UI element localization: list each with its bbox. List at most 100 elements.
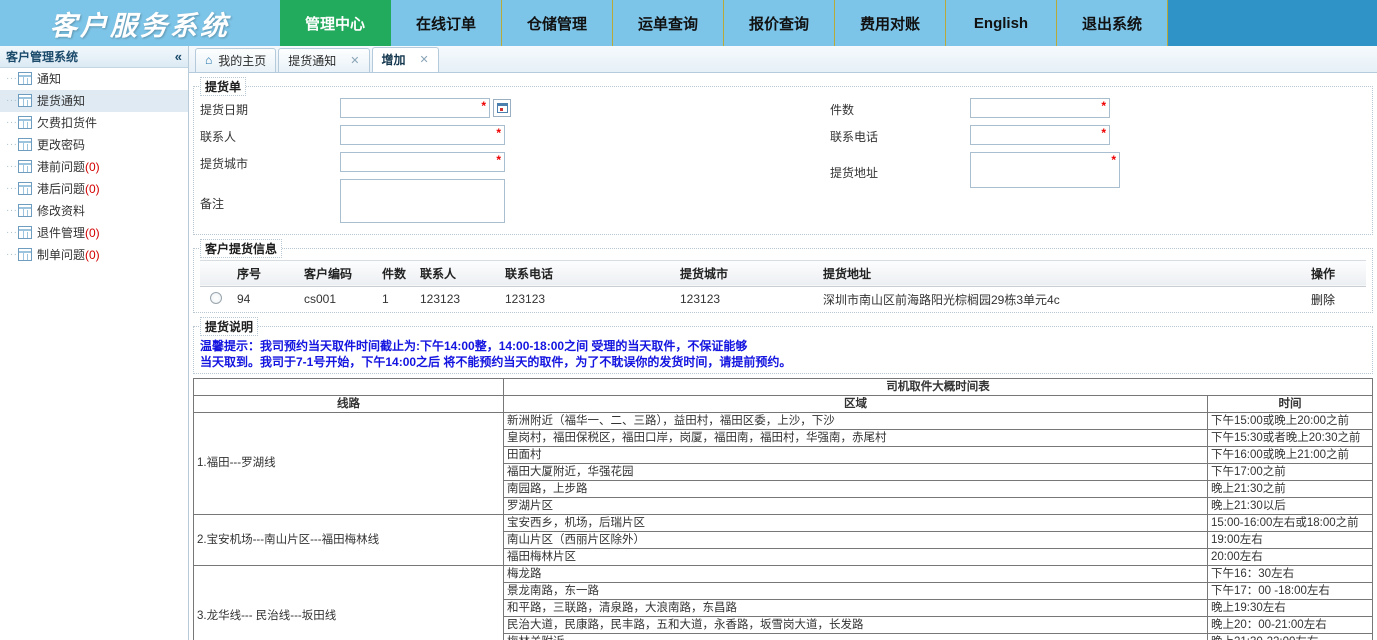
customer-table-scroll-area[interactable]: 序号 客户编码 件数 联系人 联系电话 提货城市 提货地址 操作 <box>200 260 1366 312</box>
schedule-route-name: 1.福田---罗湖线 <box>194 412 504 514</box>
schedule-row: 2.宝安机场---南山片区---福田梅林线 宝安西乡，机场，后瑞片区 15:00… <box>194 514 1373 531</box>
pickup-address-label: 提货地址 <box>830 161 970 181</box>
sidebar-item-label: 港后问题 <box>37 180 85 197</box>
sidebar-item-pre-port-issues[interactable]: ··· 港前问题 (0) <box>0 156 188 178</box>
contact-phone-wrap: * <box>970 125 1110 145</box>
tab-label: 增加 <box>382 51 406 68</box>
schedule-area: 福田大厦附近，华强花园 <box>504 463 1208 480</box>
driver-schedule-wrapper: 司机取件大概时间表 线路 区域 时间 1.福田---罗湖线 新洲附近（福华一、二… <box>193 378 1373 640</box>
nav-tab-online-order[interactable]: 在线订单 <box>391 0 502 46</box>
nav-tab-waybill-query[interactable]: 运单查询 <box>613 0 724 46</box>
nav-tab-english[interactable]: English <box>946 0 1057 46</box>
col-serial: 序号 <box>232 260 299 286</box>
pickup-form-right-column: 件数 * 联系电话 * <box>830 98 1310 228</box>
schedule-row: 3.龙华线--- 民治线---坂田线 梅龙路 下午16：30左右 <box>194 565 1373 582</box>
table-row[interactable]: 94 cs001 1 123123 123123 123123 深圳市南山区前海… <box>200 286 1366 312</box>
sidebar-item-label: 欠费扣货件 <box>37 114 97 131</box>
schedule-area: 南园路，上步路 <box>504 480 1208 497</box>
pickup-city-input[interactable] <box>340 152 505 172</box>
nav-tab-management-center[interactable]: 管理中心 <box>280 0 391 46</box>
contact-phone-input[interactable] <box>970 125 1110 145</box>
close-icon[interactable]: ✕ <box>420 53 429 66</box>
radio-icon[interactable] <box>210 292 222 304</box>
sidebar-title: 客户管理系统 <box>6 48 175 65</box>
table-header-row: 序号 客户编码 件数 联系人 联系电话 提货城市 提货地址 操作 <box>200 260 1366 286</box>
pickup-order-legend: 提货单 <box>200 77 246 96</box>
tab-my-homepage[interactable]: ⌂ 我的主页 <box>195 48 276 72</box>
field-row-contact-person: 联系人 * <box>200 125 830 145</box>
remark-textarea[interactable] <box>340 179 505 223</box>
pickup-date-input[interactable] <box>340 98 490 118</box>
row-radio-cell[interactable] <box>200 286 232 312</box>
col-city: 提货城市 <box>675 260 818 286</box>
tree-dots-icon: ··· <box>6 117 18 128</box>
contact-person-input[interactable] <box>340 125 505 145</box>
sidebar-item-return-management[interactable]: ··· 退件管理 (0) <box>0 222 188 244</box>
sidebar-item-label: 港前问题 <box>37 158 85 175</box>
piece-count-input[interactable] <box>970 98 1110 118</box>
sidebar-item-count: (0) <box>85 248 100 262</box>
nav-tab-label: English <box>974 15 1028 32</box>
schedule-time: 下午17:00之前 <box>1208 463 1373 480</box>
tree-dots-icon: ··· <box>6 227 18 238</box>
grid-icon <box>18 138 32 151</box>
grid-icon <box>18 248 32 261</box>
schedule-col-route: 线路 <box>194 395 504 412</box>
sidebar-item-arrears-hold[interactable]: ··· 欠费扣货件 <box>0 112 188 134</box>
customer-pickup-info-fieldset: 客户提货信息 序号 客户编码 件 <box>193 239 1373 313</box>
grid-icon <box>18 160 32 173</box>
schedule-area: 罗湖片区 <box>504 497 1208 514</box>
main-panel: ⌂ 我的主页 提货通知 ✕ 增加 ✕ 提货单 提货日期 <box>189 46 1377 640</box>
sidebar-item-edit-profile[interactable]: ··· 修改资料 <box>0 200 188 222</box>
schedule-area: 景龙南路，东一路 <box>504 582 1208 599</box>
schedule-time: 晚上20：00-21:00左右 <box>1208 616 1373 633</box>
home-icon: ⌂ <box>205 53 212 67</box>
pickup-address-textarea[interactable] <box>970 152 1120 188</box>
col-contact: 联系人 <box>415 260 500 286</box>
field-row-pickup-date: 提货日期 * <box>200 98 830 118</box>
nav-tab-label: 报价查询 <box>749 13 809 34</box>
sidebar-item-label: 更改密码 <box>37 136 85 153</box>
notice-line-1: 温馨提示：我司预约当天取件时间截止为:下午14:00整，14:00-18:00之… <box>200 339 1366 354</box>
nav-tab-fee-reconciliation[interactable]: 费用对账 <box>835 0 946 46</box>
nav-tab-label: 管理中心 <box>305 13 365 34</box>
schedule-route-name: 2.宝安机场---南山片区---福田梅林线 <box>194 514 504 565</box>
schedule-area: 田面村 <box>504 446 1208 463</box>
field-row-remark: 备注 <box>200 179 830 226</box>
sidebar-header: 客户管理系统 « <box>0 46 188 68</box>
delete-link[interactable]: 删除 <box>1306 286 1366 312</box>
schedule-header-row: 线路 区域 时间 <box>194 395 1373 412</box>
collapse-sidebar-icon[interactable]: « <box>175 50 182 63</box>
sidebar-item-document-issues[interactable]: ··· 制单问题 (0) <box>0 244 188 266</box>
sidebar-item-notice[interactable]: ··· 通知 <box>0 68 188 90</box>
close-icon[interactable]: ✕ <box>350 54 359 67</box>
pickup-instructions-legend: 提货说明 <box>200 317 258 336</box>
grid-icon <box>18 182 32 195</box>
schedule-col-time: 时间 <box>1208 395 1373 412</box>
nav-tab-quote-query[interactable]: 报价查询 <box>724 0 835 46</box>
nav-tab-label: 退出系统 <box>1082 13 1142 34</box>
sidebar-item-pickup-notice[interactable]: ··· 提货通知 <box>0 90 188 112</box>
nav-tab-label: 在线订单 <box>416 13 476 34</box>
customer-pickup-info-legend: 客户提货信息 <box>200 239 282 258</box>
schedule-area: 宝安西乡，机场，后瑞片区 <box>504 514 1208 531</box>
tab-add[interactable]: 增加 ✕ <box>372 47 439 72</box>
tab-pickup-notice[interactable]: 提货通知 ✕ <box>278 48 369 72</box>
schedule-time: 下午16：30左右 <box>1208 565 1373 582</box>
sidebar-item-change-password[interactable]: ··· 更改密码 <box>0 134 188 156</box>
remark-label: 备注 <box>200 192 340 212</box>
driver-schedule-table: 司机取件大概时间表 线路 区域 时间 1.福田---罗湖线 新洲附近（福华一、二… <box>193 378 1373 640</box>
sidebar-item-post-port-issues[interactable]: ··· 港后问题 (0) <box>0 178 188 200</box>
schedule-title-row: 司机取件大概时间表 <box>194 378 1373 395</box>
grid-icon <box>18 72 32 85</box>
nav-tab-logout[interactable]: 退出系统 <box>1057 0 1168 46</box>
col-address: 提货地址 <box>818 260 1306 286</box>
nav-tab-warehouse[interactable]: 仓储管理 <box>502 0 613 46</box>
col-phone: 联系电话 <box>500 260 675 286</box>
calendar-icon[interactable] <box>493 99 511 117</box>
nav-tab-label: 仓储管理 <box>527 13 587 34</box>
pickup-order-fieldset: 提货单 提货日期 * 联系人 <box>193 77 1373 235</box>
content-area: 提货单 提货日期 * 联系人 <box>189 73 1377 640</box>
piece-count-label: 件数 <box>830 98 970 118</box>
pickup-instructions-fieldset: 提货说明 温馨提示：我司预约当天取件时间截止为:下午14:00整，14:00-1… <box>193 317 1373 374</box>
